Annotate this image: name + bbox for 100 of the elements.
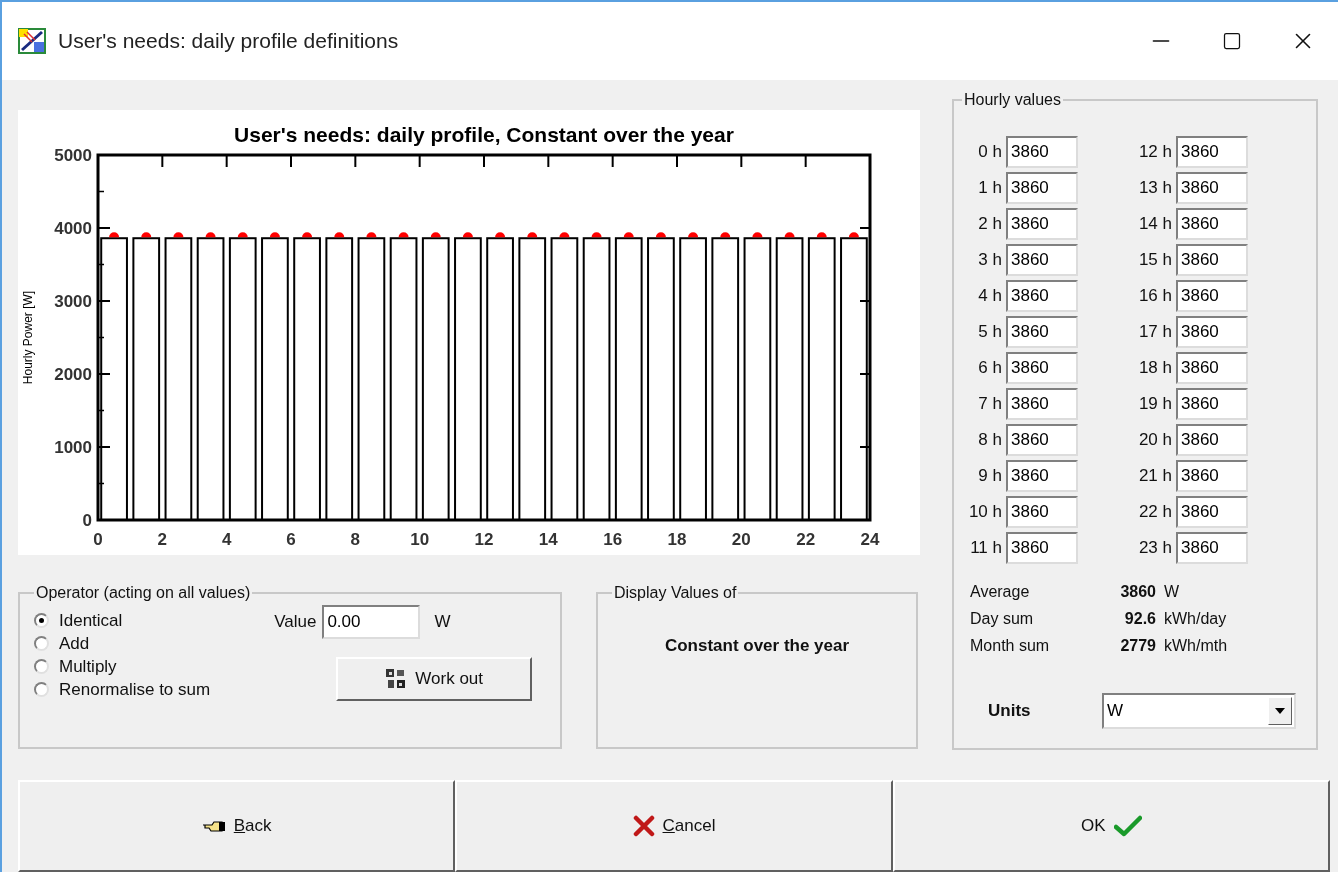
maximize-icon[interactable]: [1222, 31, 1242, 51]
y-tick-label: 4000: [54, 219, 92, 238]
x-tick-label: 0: [93, 530, 103, 549]
y-tick-label: 2000: [54, 365, 92, 384]
hour-label: 5 h: [977, 321, 1003, 344]
unit-label: W: [434, 611, 451, 634]
hour-input[interactable]: 3860: [1176, 280, 1248, 312]
units-dropdown[interactable]: W: [1102, 693, 1296, 729]
back-button[interactable]: Back: [18, 780, 456, 872]
hour-label: 8 h: [977, 429, 1003, 452]
hour-label: 9 h: [977, 465, 1003, 488]
hour-input[interactable]: 3860: [1006, 244, 1078, 276]
x-tick-label: 12: [474, 530, 494, 549]
units-label: Units: [988, 700, 1032, 723]
x-tick-label: 16: [603, 530, 623, 549]
stat-unit: kWh/day: [1164, 609, 1227, 629]
hour-label: 4 h: [977, 285, 1003, 308]
radio-option[interactable]: Renormalise to sum: [34, 678, 211, 701]
stat-label: Day sum: [970, 609, 1035, 629]
x-tick-label: 10: [410, 530, 430, 549]
x-tick-label: 18: [667, 530, 687, 549]
hour-input[interactable]: 3860: [1006, 280, 1078, 312]
hour-input[interactable]: 3860: [1006, 172, 1078, 204]
stat-label: Average: [970, 582, 1031, 602]
hour-input[interactable]: 3860: [1176, 460, 1248, 492]
ok-button[interactable]: OK: [892, 780, 1330, 872]
y-axis-label: Hourly Power [W]: [21, 290, 35, 385]
radio-option[interactable]: Identical: [34, 609, 211, 632]
hour-input[interactable]: 3860: [1176, 388, 1248, 420]
hour-label: 0 h: [977, 141, 1003, 164]
hour-input[interactable]: 3860: [1006, 208, 1078, 240]
hour-input[interactable]: 3860: [1176, 352, 1248, 384]
stat-value: 92.6: [1123, 609, 1156, 629]
hour-label: 2 h: [977, 213, 1003, 236]
value-label: Value: [274, 611, 317, 634]
hour-label: 20 h: [1137, 429, 1173, 452]
y-tick-label: 5000: [54, 146, 92, 165]
hour-label: 13 h: [1137, 177, 1173, 200]
hour-label: 11 h: [969, 537, 1003, 560]
hour-input[interactable]: 3860: [1176, 172, 1248, 204]
x-tick-label: 22: [796, 530, 816, 549]
y-tick-label: 3000: [54, 292, 92, 311]
stat-unit: W: [1164, 582, 1180, 602]
x-tick-label: 4: [221, 530, 232, 549]
hour-label: 3 h: [977, 249, 1003, 272]
window-title: User's needs: daily profile definitions: [58, 28, 399, 55]
hour-label: 14 h: [1137, 213, 1173, 236]
x-tick-label: 2: [157, 530, 168, 549]
hour-label: 1 h: [977, 177, 1003, 200]
hour-label: 12 h: [1137, 141, 1173, 164]
hour-label: 15 h: [1137, 249, 1173, 272]
x-tick-label: 8: [350, 530, 361, 549]
hour-input[interactable]: 3860: [1176, 244, 1248, 276]
hour-label: 23 h: [1137, 537, 1173, 560]
hour-input[interactable]: 3860: [1006, 532, 1078, 564]
hour-input[interactable]: 3860: [1176, 208, 1248, 240]
stat-unit: kWh/mth: [1164, 636, 1228, 656]
x-tick-label: 6: [286, 530, 296, 549]
stat-value: 2779: [1119, 636, 1156, 656]
hour-label: 17 h: [1137, 321, 1173, 344]
y-tick-label: 0: [82, 511, 92, 530]
stat-label: Month sum: [970, 636, 1051, 656]
x-tick-label: 20: [731, 530, 751, 549]
hour-input[interactable]: 3860: [1006, 424, 1078, 456]
hour-label: 7 h: [977, 393, 1003, 416]
hour-input[interactable]: 3860: [1006, 496, 1078, 528]
hour-input[interactable]: 3860: [1006, 460, 1078, 492]
display-value: Constant over the year: [663, 635, 851, 657]
radio-option[interactable]: Multiply: [34, 655, 211, 678]
hour-input[interactable]: 3860: [1176, 316, 1248, 348]
hour-label: 10 h: [967, 501, 1003, 524]
hour-label: 21 h: [1137, 465, 1173, 488]
dropdown-caret-icon: [1275, 708, 1285, 714]
hour-input[interactable]: 3860: [1176, 136, 1248, 168]
hour-input[interactable]: 3860: [1006, 136, 1078, 168]
hour-input[interactable]: 3860: [1176, 424, 1248, 456]
radio-option[interactable]: Add: [34, 632, 211, 655]
x-tick-label: 14: [538, 530, 558, 549]
y-tick-label: 1000: [54, 438, 92, 457]
cancel-button[interactable]: Cancel: [455, 780, 893, 872]
hour-input[interactable]: 3860: [1006, 352, 1078, 384]
hour-input[interactable]: 3860: [1006, 316, 1078, 348]
group-title: Operator (acting on all values): [35, 583, 252, 603]
group-title: Hourly values: [963, 90, 1062, 110]
hour-input[interactable]: 3860: [1176, 532, 1248, 564]
chart-title: User's needs: daily profile, Constant over the year: [234, 123, 734, 146]
stat-value: 3860: [1119, 582, 1156, 602]
app-icon: [18, 28, 46, 54]
checkmark-icon: [1113, 815, 1142, 837]
value-input[interactable]: 0.00: [322, 605, 421, 639]
hand-icon: [201, 819, 226, 833]
x-tick-label: 24: [860, 530, 880, 549]
hour-label: 6 h: [977, 357, 1003, 380]
hour-label: 16 h: [1137, 285, 1173, 308]
hour-input[interactable]: 3860: [1176, 496, 1248, 528]
group-title: Display Values of: [613, 583, 738, 603]
work-out-button[interactable]: Work out: [336, 657, 533, 701]
hour-label: 18 h: [1137, 357, 1173, 380]
pattern-icon: [385, 668, 408, 690]
hour-input[interactable]: 3860: [1006, 388, 1078, 420]
